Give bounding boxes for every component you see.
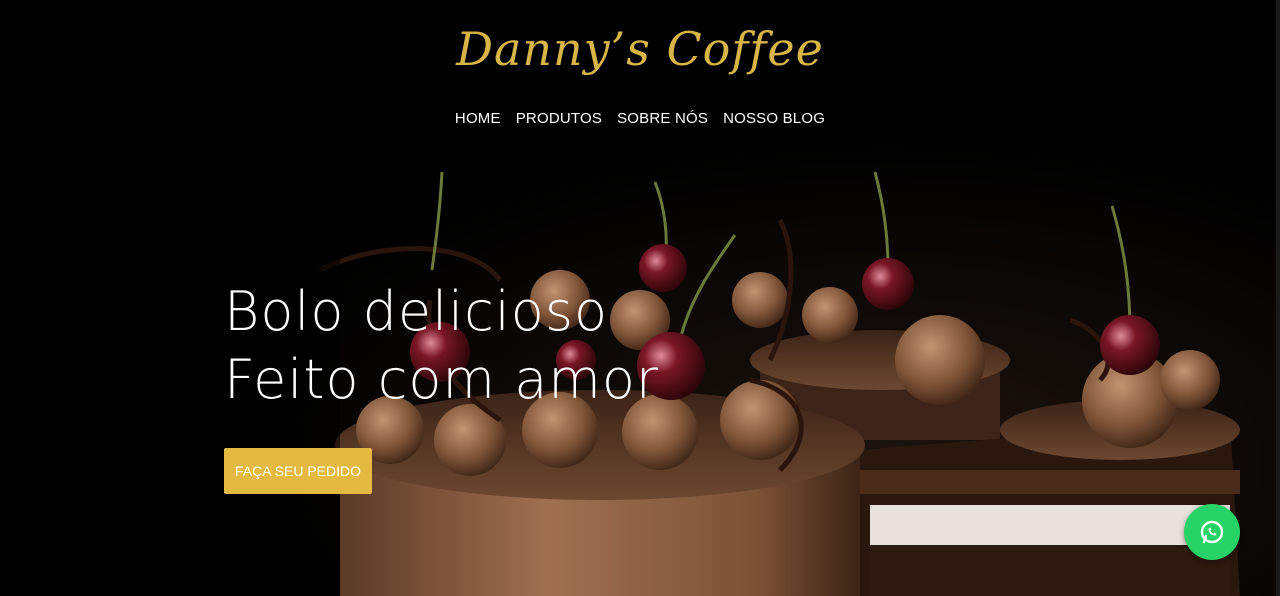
scrollbar[interactable] xyxy=(1276,0,1280,596)
whatsapp-icon xyxy=(1200,520,1224,544)
nav-item-produtos[interactable]: PRODUTOS xyxy=(516,110,602,127)
brand-logo[interactable]: Danny’s Coffee xyxy=(0,22,1280,76)
whatsapp-button[interactable] xyxy=(1184,504,1240,560)
nav-item-nosso-blog[interactable]: NOSSO BLOG xyxy=(723,110,825,127)
hero-headline-line-1: Bolo delicioso xyxy=(224,280,609,343)
order-button[interactable]: FAÇA SEU PEDIDO xyxy=(224,448,372,494)
hero-headline: Bolo delicioso Feito com amor xyxy=(224,278,659,414)
main-nav: HOME PRODUTOS SOBRE NÓS NOSSO BLOG xyxy=(0,110,1280,127)
page: Danny’s Coffee HOME PRODUTOS SOBRE NÓS N… xyxy=(0,0,1280,596)
nav-item-sobre-nos[interactable]: SOBRE NÓS xyxy=(617,110,708,127)
hero-headline-line-2: Feito com amor xyxy=(224,348,660,411)
nav-item-home[interactable]: HOME xyxy=(455,110,501,127)
